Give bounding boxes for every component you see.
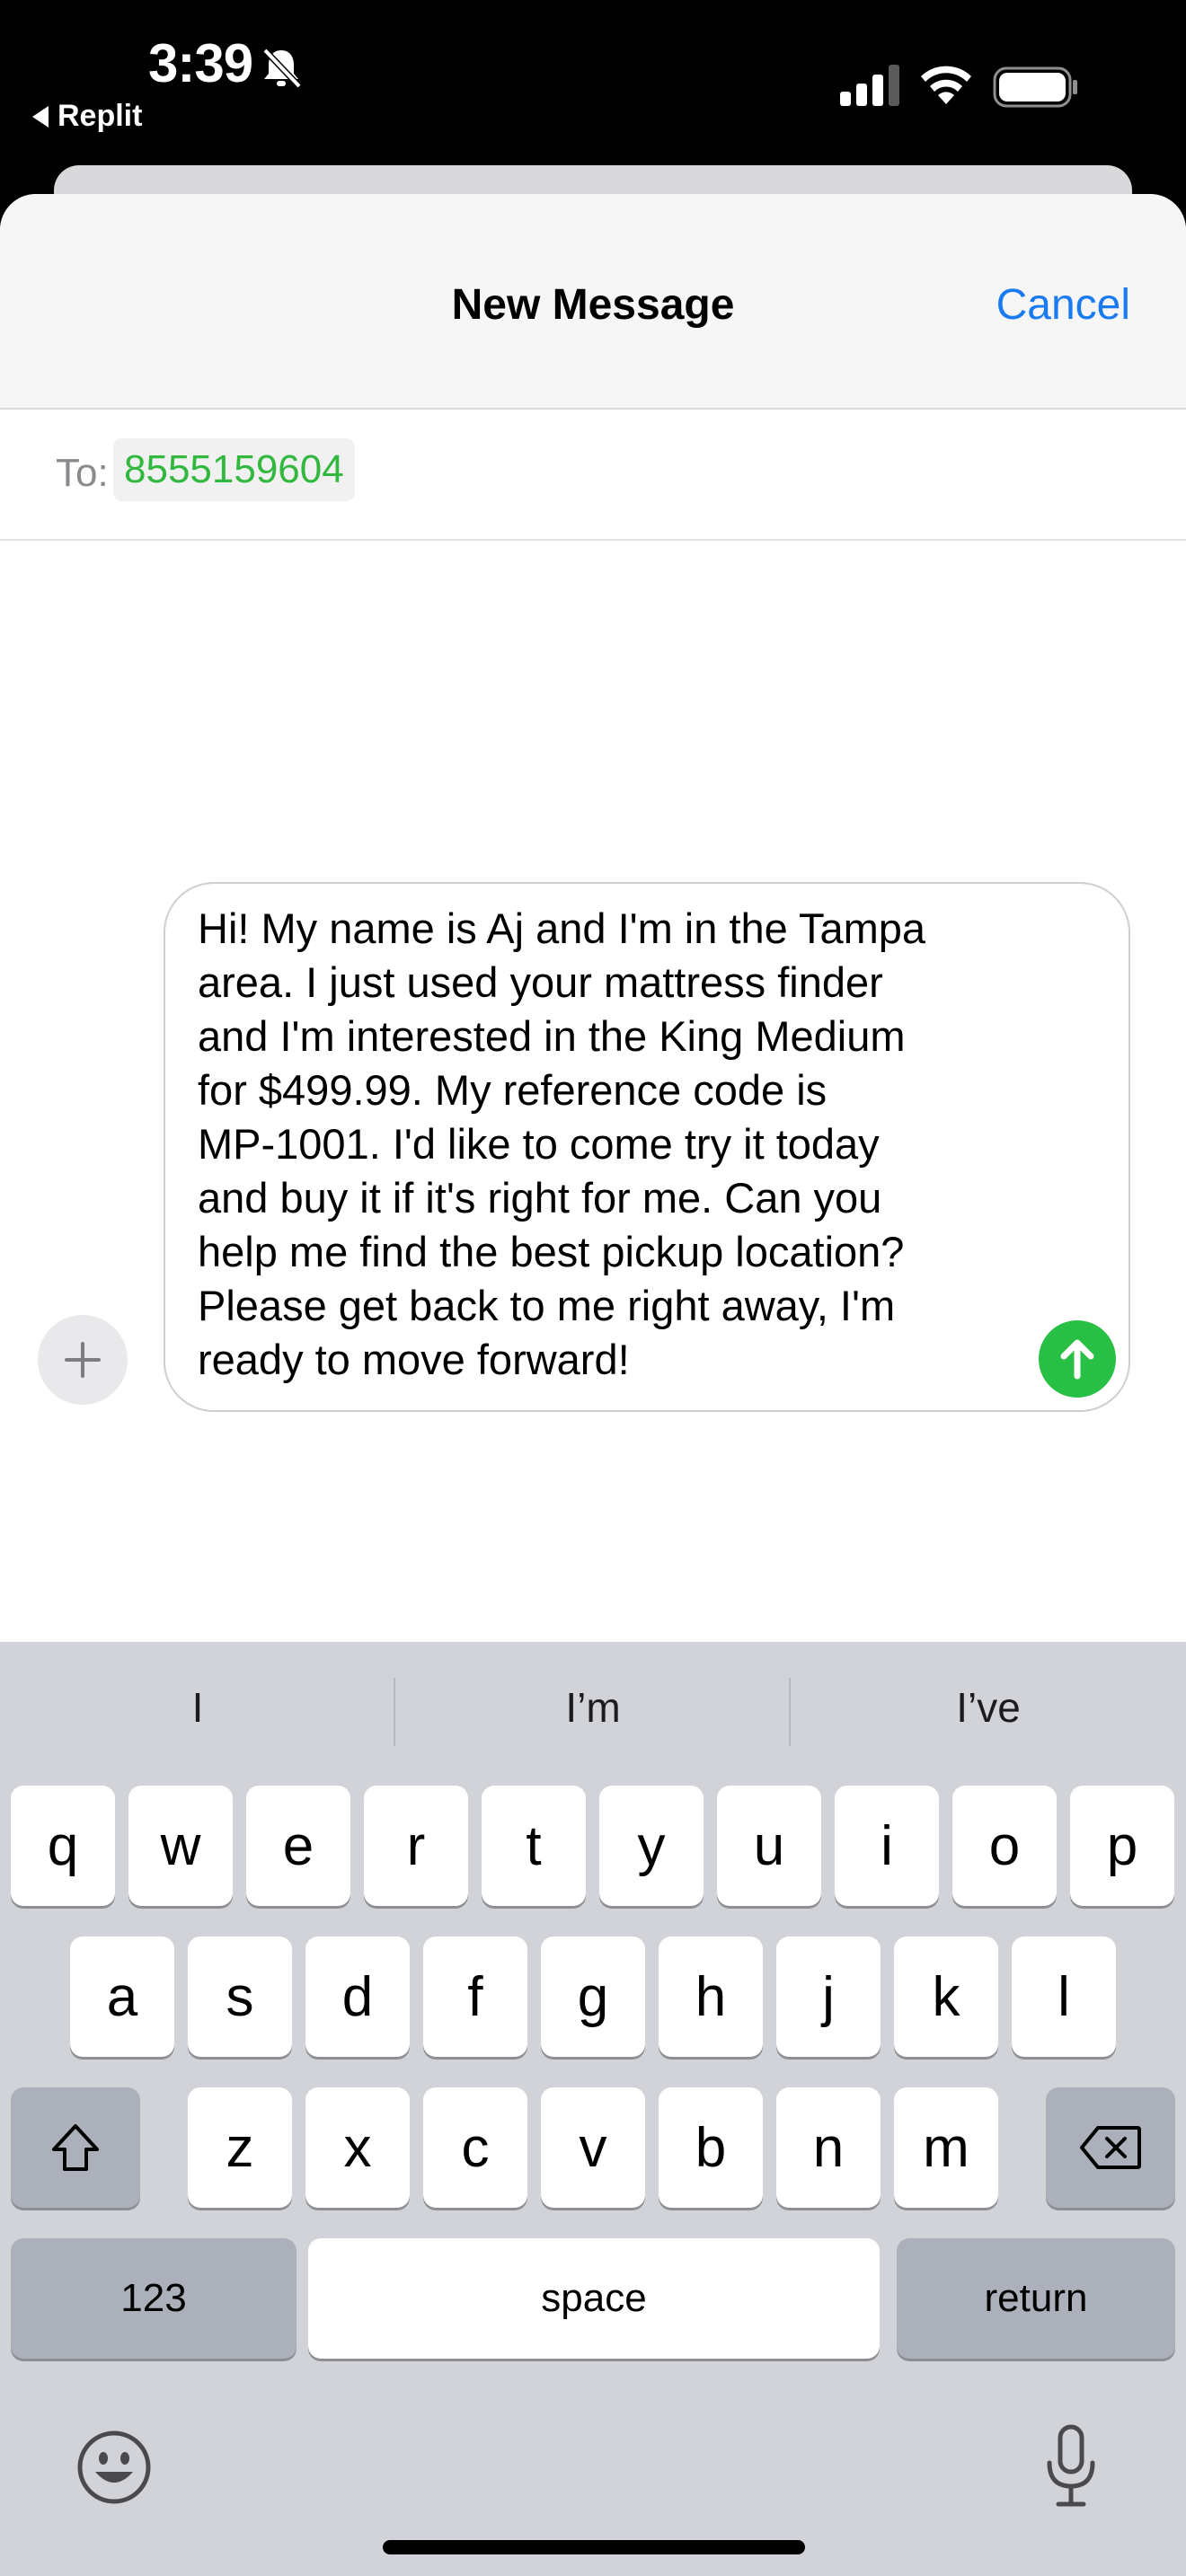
delete-icon — [1080, 2126, 1141, 2169]
cancel-button[interactable]: Cancel — [996, 280, 1130, 330]
message-text: Hi! My name is Aj and I'm in the Tampa a… — [198, 904, 926, 1383]
recipient-field[interactable]: To: 8555159604 — [0, 410, 1186, 541]
back-app-label: Replit — [58, 99, 143, 133]
key-o[interactable]: o — [952, 1786, 1057, 1906]
key-k[interactable]: k — [894, 1936, 998, 2057]
key-p[interactable]: p — [1070, 1786, 1174, 1906]
key-l[interactable]: l — [1012, 1936, 1116, 2057]
message-input[interactable]: Hi! My name is Aj and I'm in the Tampa a… — [164, 882, 1130, 1412]
prediction-2[interactable]: I’m — [395, 1683, 791, 1732]
key-g[interactable]: g — [541, 1936, 645, 2057]
key-s[interactable]: s — [188, 1936, 292, 2057]
key-c[interactable]: c — [423, 2087, 527, 2208]
send-arrow-icon — [1060, 1339, 1094, 1380]
battery-icon — [993, 66, 1077, 108]
key-r[interactable]: r — [364, 1786, 468, 1906]
key-h[interactable]: h — [659, 1936, 763, 2057]
nav-bar: New Message Cancel — [0, 194, 1186, 410]
wifi-icon — [921, 66, 971, 104]
status-bar: 3:39 Replit — [0, 0, 1186, 171]
plus-icon[interactable] — [38, 1315, 128, 1405]
emoji-icon[interactable] — [75, 2429, 153, 2506]
key-w[interactable]: w — [128, 1786, 233, 1906]
back-to-app-link[interactable]: Replit — [32, 99, 142, 134]
prediction-bar: I I’m I’ve — [0, 1642, 1186, 1786]
key-d[interactable]: d — [305, 1936, 410, 2057]
return-key[interactable]: return — [897, 2238, 1175, 2359]
cellular-signal-icon — [840, 65, 899, 106]
bell-slash-icon — [262, 48, 302, 89]
key-x[interactable]: x — [305, 2087, 410, 2208]
numbers-key[interactable]: 123 — [11, 2238, 296, 2359]
send-button[interactable] — [1039, 1320, 1116, 1398]
key-t[interactable]: t — [482, 1786, 586, 1906]
key-u[interactable]: u — [717, 1786, 821, 1906]
key-f[interactable]: f — [423, 1936, 527, 2057]
recipient-chip[interactable]: 8555159604 — [113, 438, 355, 501]
key-i[interactable]: i — [835, 1786, 939, 1906]
key-m[interactable]: m — [894, 2087, 998, 2208]
key-q[interactable]: q — [11, 1786, 115, 1906]
key-z[interactable]: z — [188, 2087, 292, 2208]
key-v[interactable]: v — [541, 2087, 645, 2208]
to-label: To: — [56, 451, 109, 495]
shift-icon — [52, 2124, 99, 2171]
delete-key[interactable] — [1046, 2087, 1175, 2208]
key-a[interactable]: a — [70, 1936, 174, 2057]
microphone-icon[interactable] — [1042, 2423, 1100, 2510]
space-key[interactable]: space — [308, 2238, 880, 2359]
home-indicator[interactable] — [383, 2540, 805, 2554]
prediction-3[interactable]: I’ve — [791, 1683, 1186, 1732]
key-y[interactable]: y — [599, 1786, 704, 1906]
prediction-1[interactable]: I — [0, 1683, 395, 1732]
key-b[interactable]: b — [659, 2087, 763, 2208]
key-j[interactable]: j — [776, 1936, 881, 2057]
key-n[interactable]: n — [776, 2087, 881, 2208]
shift-key[interactable] — [11, 2087, 140, 2208]
back-arrow-icon — [32, 105, 49, 128]
status-time: 3:39 — [148, 33, 253, 93]
key-e[interactable]: e — [246, 1786, 350, 1906]
keyboard: I I’m I’ve q w e r t y u i o p a s d f g… — [0, 1642, 1186, 2576]
